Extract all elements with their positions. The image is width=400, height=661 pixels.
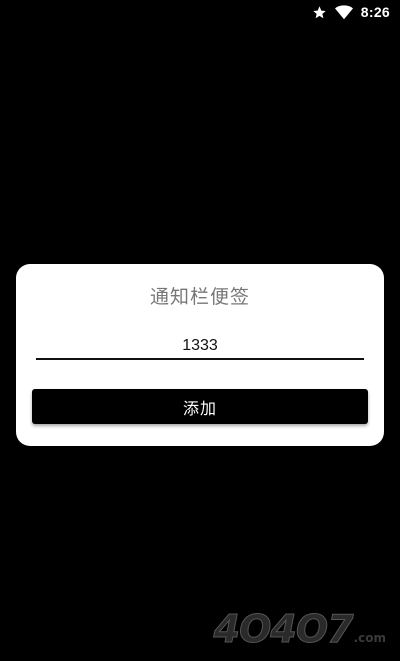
watermark-logo: 4O4O7 .com [213, 607, 386, 652]
wifi-icon [334, 4, 353, 20]
star-icon [312, 5, 327, 20]
watermark-text: 4O4O7 [213, 607, 354, 652]
status-bar: 8:26 [0, 0, 400, 24]
note-input[interactable] [36, 334, 364, 360]
status-time: 8:26 [360, 4, 390, 20]
dialog-title: 通知栏便签 [149, 286, 250, 308]
note-dialog: 通知栏便签 添加 [16, 264, 384, 446]
watermark-suffix: .com [353, 631, 386, 645]
add-button[interactable]: 添加 [32, 389, 368, 424]
app-screen: 8:26 通知栏便签 添加 4O4O7 .com [0, 0, 400, 661]
